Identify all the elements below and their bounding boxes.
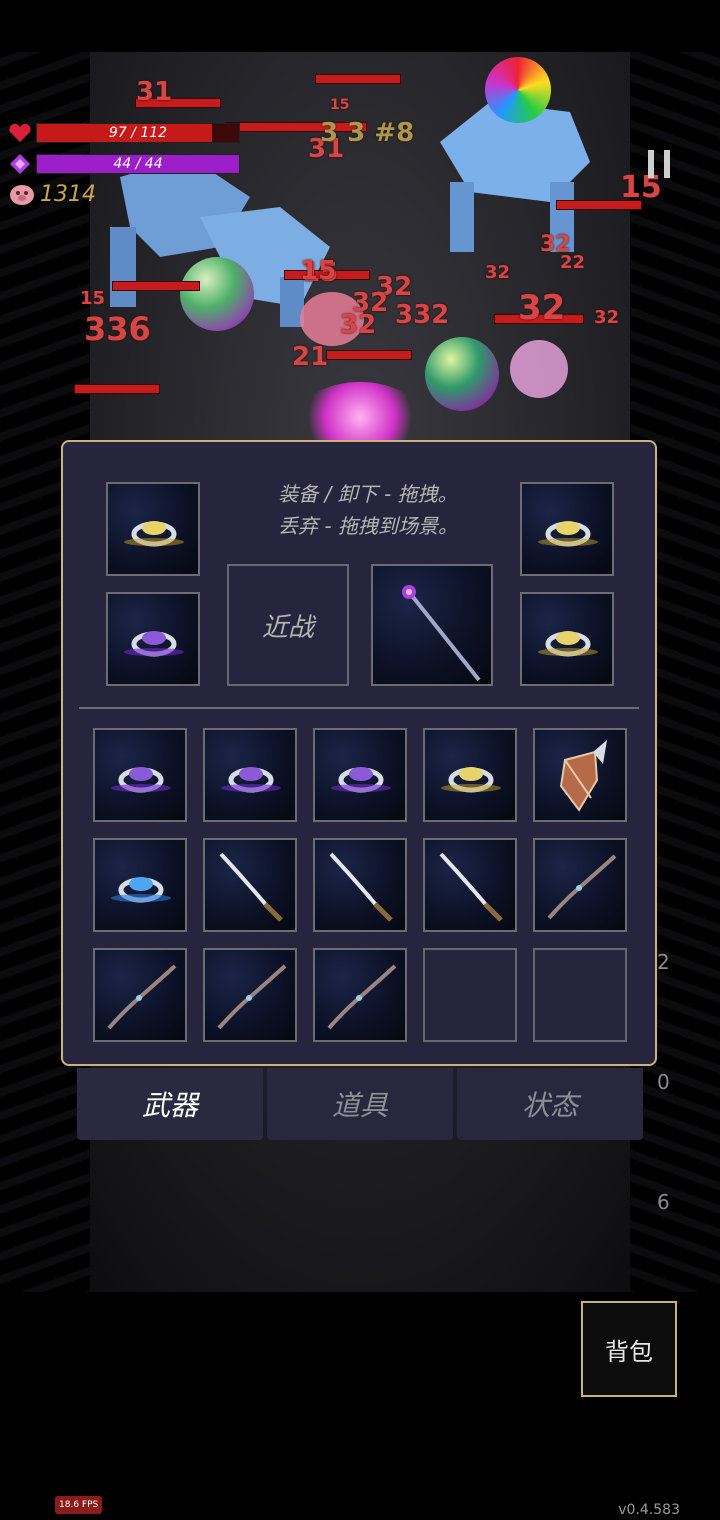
mp-row: 44 / 44	[8, 154, 240, 174]
damage-number: 15	[330, 97, 350, 113]
katana-icon	[439, 852, 503, 922]
purple-ring-icon	[221, 767, 281, 793]
side-counter: 6	[657, 1190, 670, 1214]
pause-button[interactable]	[648, 150, 670, 178]
damage-number: 22	[560, 252, 586, 273]
equip-slot-ring-left-top[interactable]	[106, 482, 200, 576]
hp-text: 97 / 112	[108, 125, 168, 141]
inventory-slot[interactable]	[313, 728, 407, 822]
equip-slot-melee[interactable]: 近战	[227, 564, 349, 686]
gold-ring-icon	[538, 521, 598, 547]
damage-number: 32	[340, 310, 377, 340]
inventory-slot[interactable]	[423, 838, 517, 932]
fps-counter: 18.6 FPS	[55, 1496, 103, 1514]
damage-number: 31	[136, 77, 173, 107]
katana-icon	[329, 852, 393, 922]
enemy-health-bar	[74, 384, 160, 394]
inventory-slot[interactable]	[203, 838, 297, 932]
inventory-slot[interactable]	[203, 948, 297, 1042]
panel-divider	[79, 707, 639, 709]
hp-bar: 97 / 112	[36, 123, 240, 143]
damage-number: 21	[292, 342, 329, 372]
inventory-slot[interactable]	[313, 838, 407, 932]
bow-icon	[107, 964, 177, 1030]
enemy-health-bar	[326, 350, 412, 360]
tab-items[interactable]: 道具	[267, 1068, 453, 1140]
instruction-line-1: 装备 / 卸下 - 拖拽。	[278, 482, 458, 506]
damage-number: 32	[485, 262, 511, 283]
piggy-bank-icon	[10, 185, 34, 205]
instruction-line-2: 丢弃 - 拖拽到场景。	[278, 514, 458, 538]
gold-row: 1314	[8, 181, 96, 207]
gold-ring-icon	[538, 631, 598, 657]
inventory-slot[interactable]	[93, 728, 187, 822]
tab-status[interactable]: 状态	[457, 1068, 643, 1140]
inventory-slot[interactable]	[533, 728, 627, 822]
instruction-text: 装备 / 卸下 - 拖拽。 丢弃 - 拖拽到场景。	[263, 478, 473, 542]
inventory-slot[interactable]	[423, 728, 517, 822]
gold-ring-icon	[441, 767, 501, 793]
top-bar	[0, 0, 720, 52]
backpack-button[interactable]: 背包	[581, 1301, 677, 1397]
katana-icon	[219, 852, 283, 922]
damage-number: 32	[594, 307, 620, 328]
version-label: v0.4.583	[618, 1502, 680, 1518]
equip-slot-ring-left-bottom[interactable]	[106, 592, 200, 686]
inventory-slot[interactable]	[313, 948, 407, 1042]
damage-number: 3 3 #8	[320, 118, 415, 148]
inventory-slot[interactable]	[203, 728, 297, 822]
mp-text: 44 / 44	[113, 156, 163, 172]
damage-number: 332	[395, 300, 450, 330]
mp-bar: 44 / 44	[36, 154, 240, 174]
purple-ring-icon	[331, 767, 391, 793]
equip-slot-weapon[interactable]	[371, 564, 493, 686]
inventory-slot[interactable]	[93, 838, 187, 932]
bow-icon	[327, 964, 397, 1030]
inventory-slot[interactable]	[93, 948, 187, 1042]
damage-number: 15	[300, 256, 337, 286]
side-counter: 0	[657, 1070, 670, 1094]
equip-slot-ring-right-bottom[interactable]	[520, 592, 614, 686]
rainbow-orb	[180, 257, 254, 331]
gold-ring-icon	[124, 521, 184, 547]
winged-shield-icon	[559, 740, 607, 812]
damage-number: 15	[80, 288, 106, 309]
melee-slot-label: 近战	[261, 612, 314, 643]
magic-staff-icon	[402, 585, 481, 682]
damage-number: 336	[84, 310, 151, 348]
heart-icon	[9, 123, 31, 142]
equip-slot-ring-right-top[interactable]	[520, 482, 614, 576]
tab-weapons[interactable]: 武器	[77, 1068, 263, 1140]
inventory-slot-empty[interactable]	[423, 948, 517, 1042]
bow-icon	[547, 854, 617, 920]
purple-ring-icon	[124, 631, 184, 657]
inventory-panel: 装备 / 卸下 - 拖拽。 丢弃 - 拖拽到场景。 近战	[61, 440, 657, 1066]
enemy-health-bar	[112, 281, 200, 291]
bow-icon	[217, 964, 287, 1030]
inventory-slot-empty[interactable]	[533, 948, 627, 1042]
purple-ring-icon	[111, 767, 171, 793]
blue-ring-icon	[111, 877, 171, 903]
hp-row: 97 / 112	[8, 123, 240, 143]
inventory-slot[interactable]	[533, 838, 627, 932]
mana-crystal-icon	[10, 154, 30, 174]
enemy-health-bar	[315, 74, 401, 84]
side-counter: 2	[657, 950, 670, 974]
gold-amount: 1314	[40, 181, 96, 207]
pink-blob	[510, 340, 568, 398]
rainbow-orb	[425, 337, 499, 411]
rainbow-orb	[485, 57, 551, 123]
damage-number: 32	[518, 288, 566, 328]
